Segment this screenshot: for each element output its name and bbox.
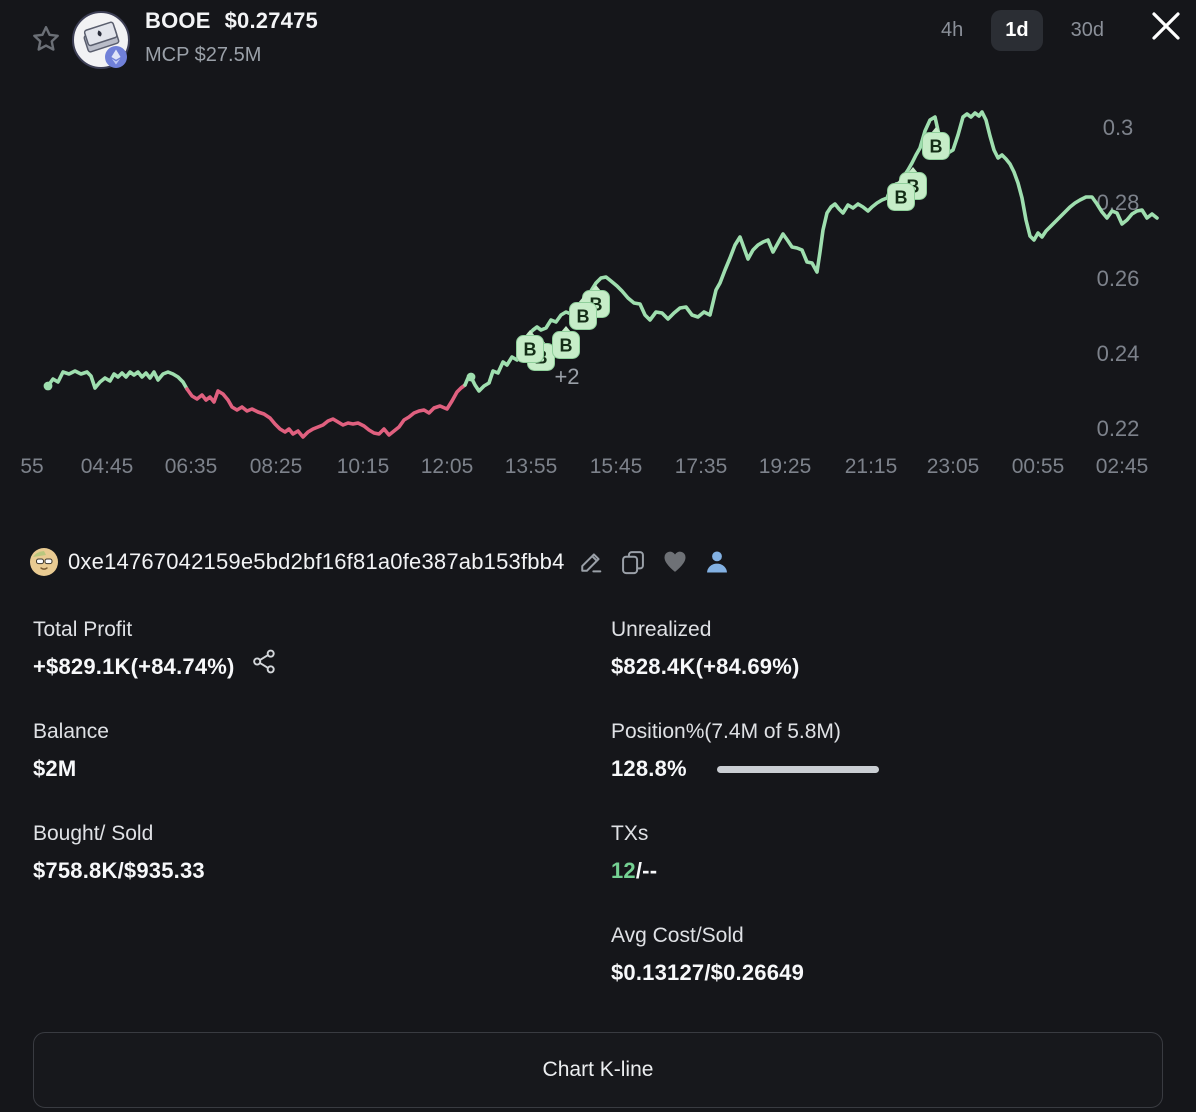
stat-total-profit: Total Profit +$829.1K(+84.74%) [33, 618, 278, 680]
stat-value: $758.8K/$935.33 [33, 858, 205, 884]
position-progress-bar [717, 766, 879, 773]
timeframe-30d[interactable]: 30d [1057, 10, 1118, 51]
token-avatar [72, 11, 130, 69]
buy-marker[interactable]: B [517, 330, 544, 363]
stat-value: $2M [33, 756, 109, 782]
timeframe-1d[interactable]: 1d [991, 10, 1042, 51]
stat-value: $0.13127/$0.26649 [611, 960, 804, 986]
svg-text:B: B [895, 188, 908, 208]
token-price: $0.27475 [225, 8, 318, 33]
stat-label: Unrealized [611, 618, 800, 642]
price-line-red-drawdown [187, 385, 465, 437]
x-axis-tick: 08:25 [250, 455, 303, 478]
price-dot [44, 382, 53, 391]
stat-label: Balance [33, 720, 109, 744]
buy-marker[interactable]: B [553, 326, 580, 359]
stat-position: Position%(7.4M of 5.8M) 128.8% [611, 720, 879, 782]
edit-icon[interactable] [577, 548, 605, 576]
token-mcp: MCP $27.5M [145, 44, 261, 67]
y-axis-tick: 0.22 [1097, 416, 1140, 441]
x-axis-tick: 55 [20, 455, 43, 478]
svg-text:B: B [930, 137, 943, 157]
favorite-heart-icon[interactable] [661, 548, 689, 576]
y-axis-tick: 0.3 [1103, 115, 1134, 140]
wallet-row: 0xe14767042159e5bd2bf16f81a0fe387ab153fb… [30, 548, 731, 576]
x-axis-tick: 15:45 [590, 455, 643, 478]
wallet-actions [577, 548, 731, 576]
token-name: BOOE [145, 8, 211, 33]
x-axis-tick: 06:35 [165, 455, 218, 478]
stat-bought-sold: Bought/ Sold $758.8K/$935.33 [33, 822, 205, 884]
txs-rest: /-- [636, 858, 657, 883]
svg-text:B: B [560, 336, 573, 356]
price-dot [467, 373, 476, 382]
txs-buy-count: 12 [611, 858, 636, 883]
x-axis-tick: 17:35 [675, 455, 728, 478]
x-axis-tick: 21:15 [845, 455, 898, 478]
stat-balance: Balance $2M [33, 720, 109, 782]
y-axis-tick: 0.24 [1097, 341, 1140, 366]
timeframe-switcher: 4h 1d 30d [927, 10, 1118, 51]
stat-value: +$829.1K(+84.74%) [33, 654, 235, 680]
price-line-green-early [48, 371, 187, 389]
x-axis-tick: 04:45 [81, 455, 134, 478]
stat-value: 12/-- [611, 858, 657, 884]
chart-kline-button[interactable]: Chart K-line [33, 1032, 1163, 1108]
stat-txs: TXs 12/-- [611, 822, 657, 884]
favorite-star-icon[interactable] [30, 23, 62, 55]
extra-buy-markers-label: +2 [554, 364, 579, 389]
timeframe-4h[interactable]: 4h [927, 10, 977, 51]
svg-text:B: B [577, 307, 590, 327]
x-axis-tick: 12:05 [421, 455, 474, 478]
share-icon[interactable] [251, 648, 278, 675]
chart-kline-button-label: Chart K-line [543, 1058, 654, 1082]
token-title: BOOE $0.27475 [145, 8, 318, 34]
x-axis-tick: 13:55 [505, 455, 558, 478]
stat-label: Bought/ Sold [33, 822, 205, 846]
stat-label: Total Profit [33, 618, 278, 642]
y-axis-tick: 0.26 [1097, 266, 1140, 291]
x-axis-tick: 10:15 [337, 455, 390, 478]
stat-avg-cost-sold: Avg Cost/Sold $0.13127/$0.26649 [611, 924, 804, 986]
header: BOOE $0.27475 MCP $27.5M 4h 1d 30d [0, 0, 1196, 88]
x-axis-tick: 23:05 [927, 455, 980, 478]
close-icon[interactable] [1148, 8, 1184, 44]
x-axis-tick: 02:45 [1096, 455, 1149, 478]
stat-label: TXs [611, 822, 657, 846]
stat-unrealized: Unrealized $828.4K(+84.69%) [611, 618, 800, 680]
x-axis-tick: 00:55 [1012, 455, 1065, 478]
follow-person-icon[interactable] [703, 548, 731, 576]
stat-label: Position%(7.4M of 5.8M) [611, 720, 879, 744]
stat-label: Avg Cost/Sold [611, 924, 804, 948]
x-axis-tick: 19:25 [759, 455, 812, 478]
stat-value: 128.8% [611, 756, 687, 782]
wallet-address: 0xe14767042159e5bd2bf16f81a0fe387ab153fb… [68, 549, 565, 575]
wallet-avatar [30, 548, 58, 576]
svg-text:B: B [524, 340, 537, 360]
stat-value: $828.4K(+84.69%) [611, 654, 800, 680]
copy-icon[interactable] [619, 548, 647, 576]
